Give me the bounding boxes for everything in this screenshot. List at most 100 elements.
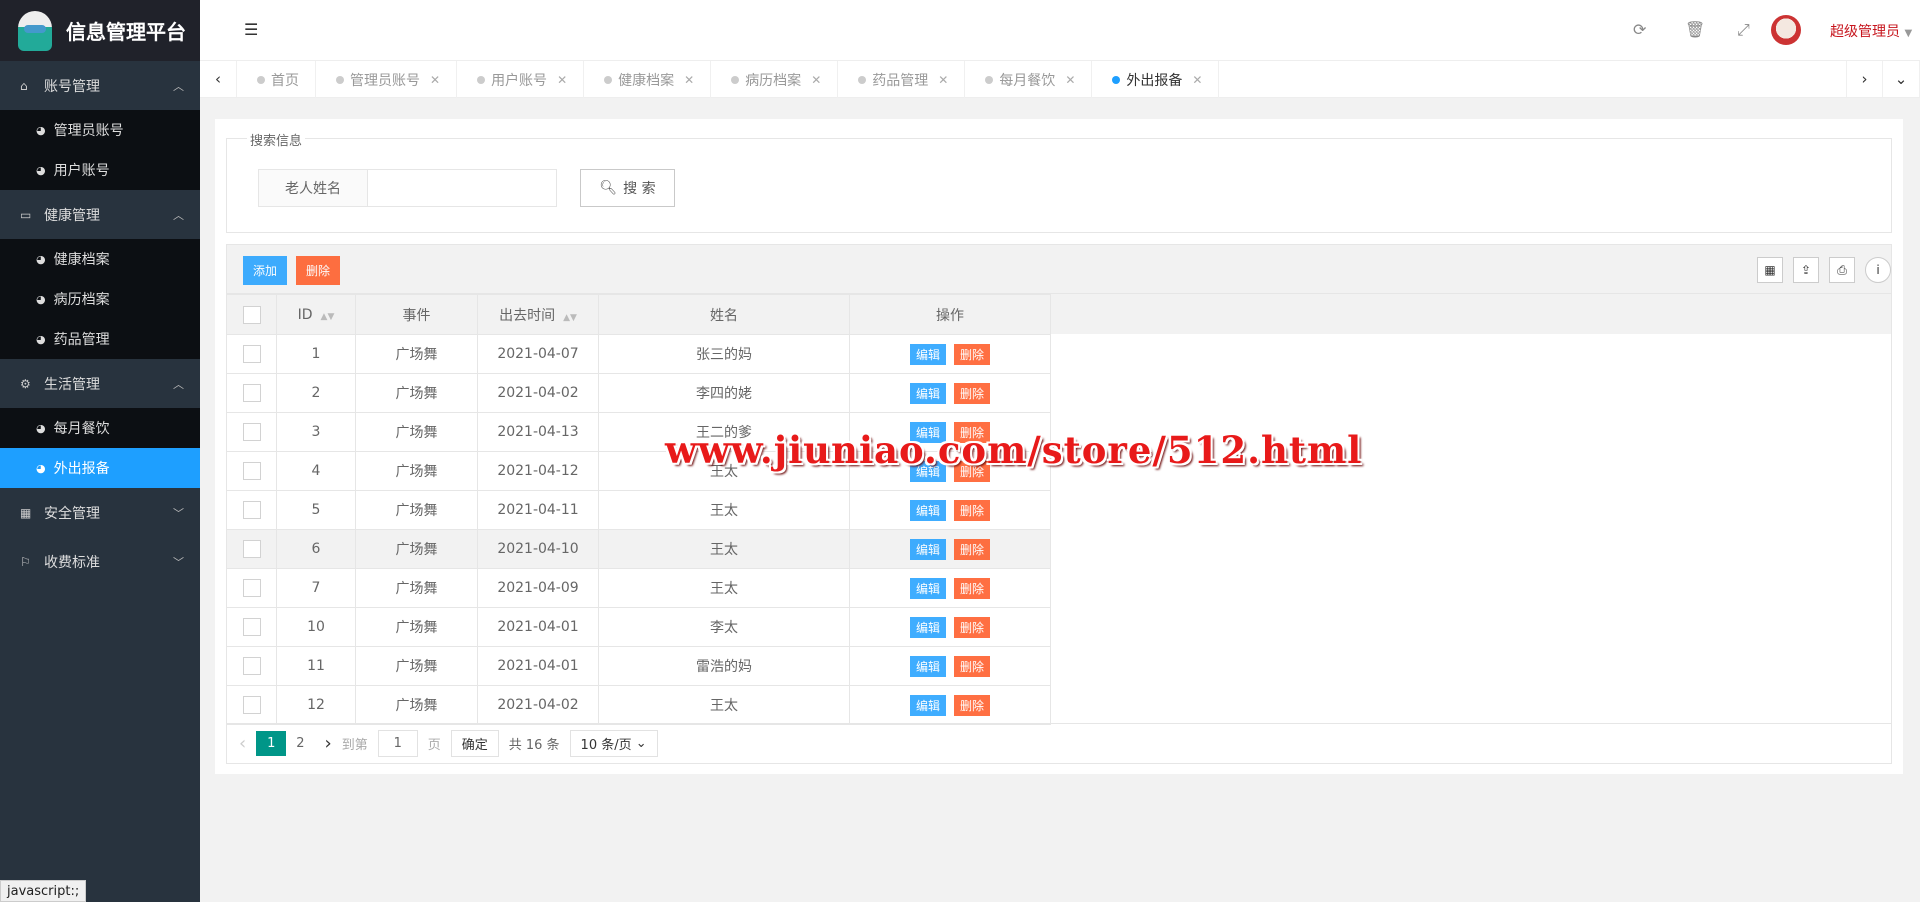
- delete-button[interactable]: 删除: [954, 694, 991, 716]
- fullscreen-icon[interactable]: ⤢: [1737, 20, 1750, 40]
- table-row[interactable]: 12 广场舞 2021-04-02 王太 编辑 删除: [226, 685, 1051, 725]
- info-icon[interactable]: i: [1865, 257, 1891, 283]
- search-button[interactable]: 🔍︎ 搜 索: [580, 169, 675, 207]
- sidebar-item[interactable]: ◕ 外出报备: [0, 448, 200, 488]
- cell: 12: [276, 685, 356, 725]
- row-checkbox[interactable]: [242, 618, 261, 636]
- row-checkbox[interactable]: [242, 462, 261, 480]
- delete-button[interactable]: 删除: [954, 616, 991, 638]
- user-menu[interactable]: 超级管理员 ▼: [1830, 21, 1912, 41]
- cell: 广场舞: [355, 373, 478, 413]
- next-page-icon[interactable]: ›: [324, 733, 331, 754]
- sidebar-item[interactable]: ◕ 每月餐饮: [0, 408, 200, 448]
- page-1-button[interactable]: 1: [256, 731, 287, 756]
- delete-button[interactable]: 删除: [954, 577, 991, 599]
- logo[interactable]: 信息管理平台: [0, 0, 200, 61]
- refresh-icon[interactable]: ⟳: [1633, 20, 1646, 39]
- tab[interactable]: 每月餐饮 ✕: [965, 61, 1093, 98]
- tab[interactable]: 外出报备 ✕: [1092, 61, 1220, 98]
- edit-button[interactable]: 编辑: [909, 382, 946, 404]
- window-icon: ▭: [20, 207, 32, 222]
- tab[interactable]: 健康档案 ✕: [584, 61, 712, 98]
- page-2-button[interactable]: 2: [296, 736, 304, 751]
- row-checkbox[interactable]: [242, 696, 261, 714]
- table-row[interactable]: 2 广场舞 2021-04-02 李四的姥 编辑 删除: [226, 373, 1051, 413]
- row-checkbox[interactable]: [242, 423, 261, 441]
- tab[interactable]: 管理员账号 ✕: [316, 61, 458, 98]
- prev-page-icon[interactable]: ‹: [239, 733, 246, 754]
- trash-icon[interactable]: 🗑: [1685, 20, 1705, 39]
- close-icon[interactable]: ✕: [684, 73, 694, 87]
- sort-icon[interactable]: ▲▼: [563, 313, 577, 323]
- batch-delete-button[interactable]: 删除: [296, 256, 341, 285]
- close-icon[interactable]: ✕: [557, 73, 567, 87]
- edit-button[interactable]: 编辑: [909, 694, 946, 716]
- column-label: ID: [297, 306, 313, 323]
- sidebar-item[interactable]: ◕ 药品管理: [0, 319, 200, 359]
- delete-button[interactable]: 删除: [954, 382, 991, 404]
- export-icon[interactable]: ⇪: [1793, 257, 1819, 283]
- delete-button[interactable]: 删除: [954, 499, 991, 521]
- edit-button[interactable]: 编辑: [909, 499, 946, 521]
- tab-prev-button[interactable]: ‹: [200, 61, 237, 97]
- edit-button[interactable]: 编辑: [909, 538, 946, 560]
- cell: 广场舞: [355, 334, 478, 374]
- tab-next-button[interactable]: ›: [1846, 61, 1883, 97]
- sidebar-group[interactable]: ⚐ 收费标准 ﹀: [0, 537, 200, 586]
- row-checkbox[interactable]: [242, 501, 261, 519]
- tab[interactable]: 药品管理 ✕: [838, 61, 966, 98]
- table-row[interactable]: 7 广场舞 2021-04-09 王太 编辑 删除: [226, 568, 1051, 608]
- sidebar-item[interactable]: ◕ 健康档案: [0, 239, 200, 279]
- close-icon[interactable]: ✕: [938, 73, 948, 87]
- delete-button[interactable]: 删除: [954, 538, 991, 560]
- sidebar-group[interactable]: ▦ 安全管理 ﹀: [0, 488, 200, 537]
- edit-button[interactable]: 编辑: [909, 343, 946, 365]
- select-all-checkbox[interactable]: [242, 305, 261, 324]
- table-row[interactable]: 11 广场舞 2021-04-01 雷浩的妈 编辑 删除: [226, 646, 1051, 686]
- table-row[interactable]: 6 广场舞 2021-04-10 王太 编辑 删除: [226, 529, 1051, 569]
- close-icon[interactable]: ✕: [430, 73, 440, 87]
- table-row[interactable]: 1 广场舞 2021-04-07 张三的妈 编辑 删除: [226, 334, 1051, 374]
- dashboard-icon: ◕: [36, 252, 46, 266]
- edit-button[interactable]: 编辑: [909, 577, 946, 599]
- row-checkbox[interactable]: [242, 579, 261, 597]
- column-time[interactable]: 出去时间 ▲▼: [477, 294, 599, 335]
- delete-button[interactable]: 删除: [954, 655, 991, 677]
- page-size-select[interactable]: 10 条/页 ⌄: [569, 730, 658, 757]
- cell: 11: [276, 646, 356, 686]
- column-id[interactable]: ID ▲▼: [276, 294, 356, 335]
- columns-filter-icon[interactable]: ▦: [1757, 257, 1783, 283]
- edit-button[interactable]: 编辑: [909, 616, 946, 638]
- sidebar-item-label: 病历档案: [53, 292, 110, 308]
- add-button[interactable]: 添加: [243, 256, 288, 285]
- print-icon[interactable]: ⎙: [1829, 257, 1855, 283]
- sidebar-item[interactable]: ◕ 病历档案: [0, 279, 200, 319]
- menu-toggle-icon[interactable]: ☰: [244, 20, 258, 39]
- delete-button[interactable]: 删除: [954, 343, 991, 365]
- edit-button[interactable]: 编辑: [909, 655, 946, 677]
- sidebar-item[interactable]: ◕ 用户账号: [0, 150, 200, 190]
- sidebar-item[interactable]: ◕ 管理员账号: [0, 110, 200, 150]
- page-input[interactable]: 1: [377, 730, 418, 757]
- close-icon[interactable]: ✕: [1065, 73, 1075, 87]
- tab-dot-icon: [257, 75, 265, 84]
- tab[interactable]: 病历档案 ✕: [711, 61, 839, 98]
- close-icon[interactable]: ✕: [1192, 73, 1202, 87]
- sidebar-group[interactable]: ▭ 健康管理 ︿: [0, 190, 200, 239]
- row-checkbox[interactable]: [242, 384, 261, 402]
- tab[interactable]: 首页: [237, 61, 316, 98]
- avatar[interactable]: [1771, 15, 1801, 45]
- sidebar-group[interactable]: ⌂ 账号管理 ︿: [0, 61, 200, 110]
- row-checkbox[interactable]: [242, 657, 261, 675]
- tab[interactable]: 用户账号 ✕: [457, 61, 585, 98]
- tab-menu-button[interactable]: ⌄: [1883, 61, 1920, 97]
- goto-confirm-button[interactable]: 确定: [450, 730, 499, 757]
- sort-icon[interactable]: ▲▼: [321, 312, 335, 322]
- table-row[interactable]: 5 广场舞 2021-04-11 王太 编辑 删除: [226, 490, 1051, 530]
- row-checkbox[interactable]: [242, 345, 261, 363]
- sidebar-group[interactable]: ⚙ 生活管理 ︿: [0, 359, 200, 408]
- table-row[interactable]: 10 广场舞 2021-04-01 李太 编辑 删除: [226, 607, 1051, 647]
- close-icon[interactable]: ✕: [811, 73, 821, 87]
- elder-name-input[interactable]: [367, 169, 557, 207]
- row-checkbox[interactable]: [242, 540, 261, 558]
